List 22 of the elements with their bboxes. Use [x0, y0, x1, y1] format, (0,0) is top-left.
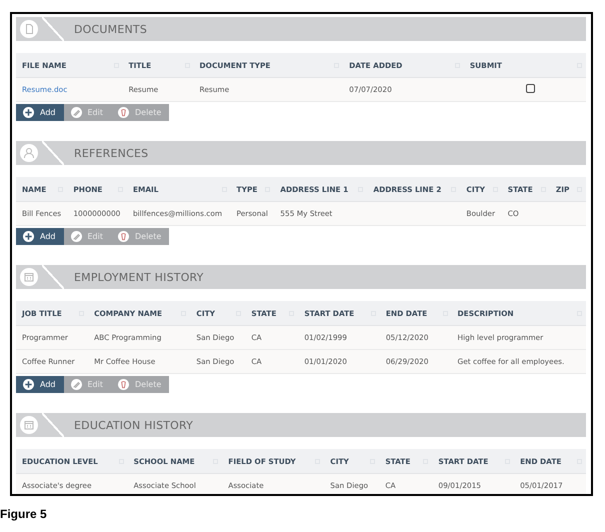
document-icon: [20, 20, 38, 38]
figure-caption: Figure 5: [0, 507, 48, 521]
delete-icon: [118, 107, 129, 118]
pencil-icon: [70, 107, 82, 118]
add-button[interactable]: Add: [16, 228, 64, 245]
pencil-icon: [70, 379, 82, 390]
submit-checkbox[interactable]: [526, 84, 535, 93]
calendar-icon: [20, 416, 38, 434]
add-button[interactable]: Add: [16, 104, 64, 121]
plus-icon: [23, 107, 34, 118]
add-button[interactable]: Add: [16, 376, 64, 393]
section-title: REFERENCES: [74, 146, 148, 160]
delete-icon: [118, 379, 129, 390]
section-title: EMPLOYMENT HISTORY: [74, 270, 204, 284]
section-title: EDUCATION HISTORY: [74, 418, 194, 432]
delete-icon: [118, 231, 129, 242]
plus-icon: [23, 379, 34, 390]
calendar-icon: [20, 268, 38, 286]
person-icon: [20, 144, 38, 162]
section-title: DOCUMENTS: [74, 22, 148, 36]
pencil-icon: [70, 231, 82, 242]
plus-icon: [23, 231, 34, 242]
